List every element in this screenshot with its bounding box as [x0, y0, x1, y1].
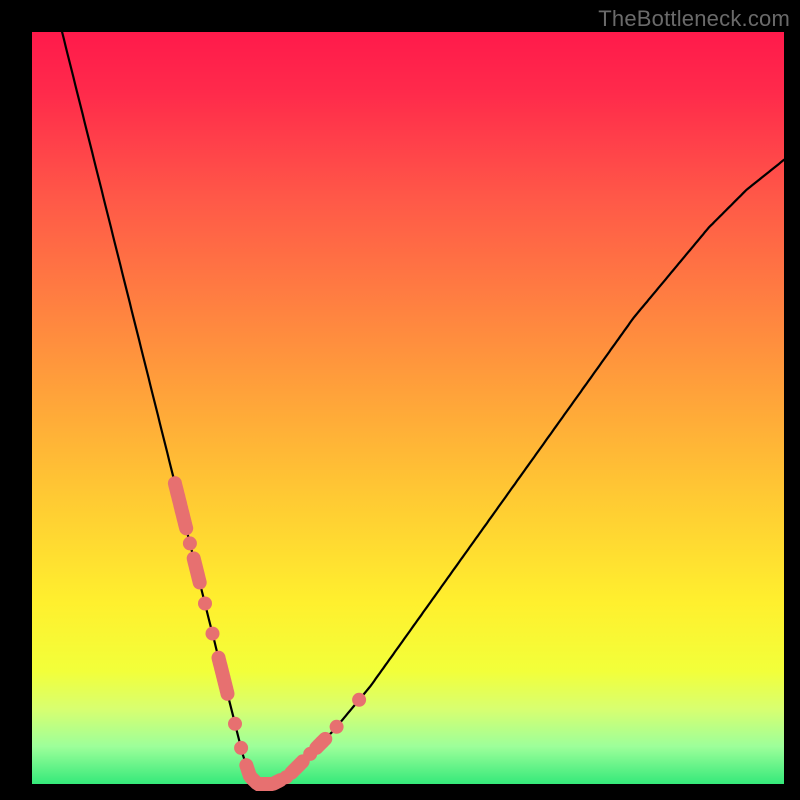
- marker-dot: [228, 717, 242, 731]
- bottleneck-curve: [32, 32, 784, 784]
- marker-segment: [246, 765, 280, 784]
- marker-dot: [330, 720, 344, 734]
- marker-segment: [194, 558, 200, 582]
- watermark-text: TheBottleneck.com: [598, 6, 790, 32]
- marker-segment: [316, 739, 325, 748]
- marker-dot: [206, 627, 220, 641]
- marker-dot: [183, 536, 197, 550]
- marker-segment: [175, 483, 186, 528]
- marker-segment: [219, 658, 228, 694]
- plot-area: [32, 32, 784, 784]
- curve-line: [62, 32, 784, 784]
- marker-dot: [198, 597, 212, 611]
- marker-dot: [234, 741, 248, 755]
- marker-dot: [352, 693, 366, 707]
- marker-segment: [291, 761, 302, 772]
- chart-frame: TheBottleneck.com: [0, 0, 800, 800]
- marker-layer: [175, 483, 366, 784]
